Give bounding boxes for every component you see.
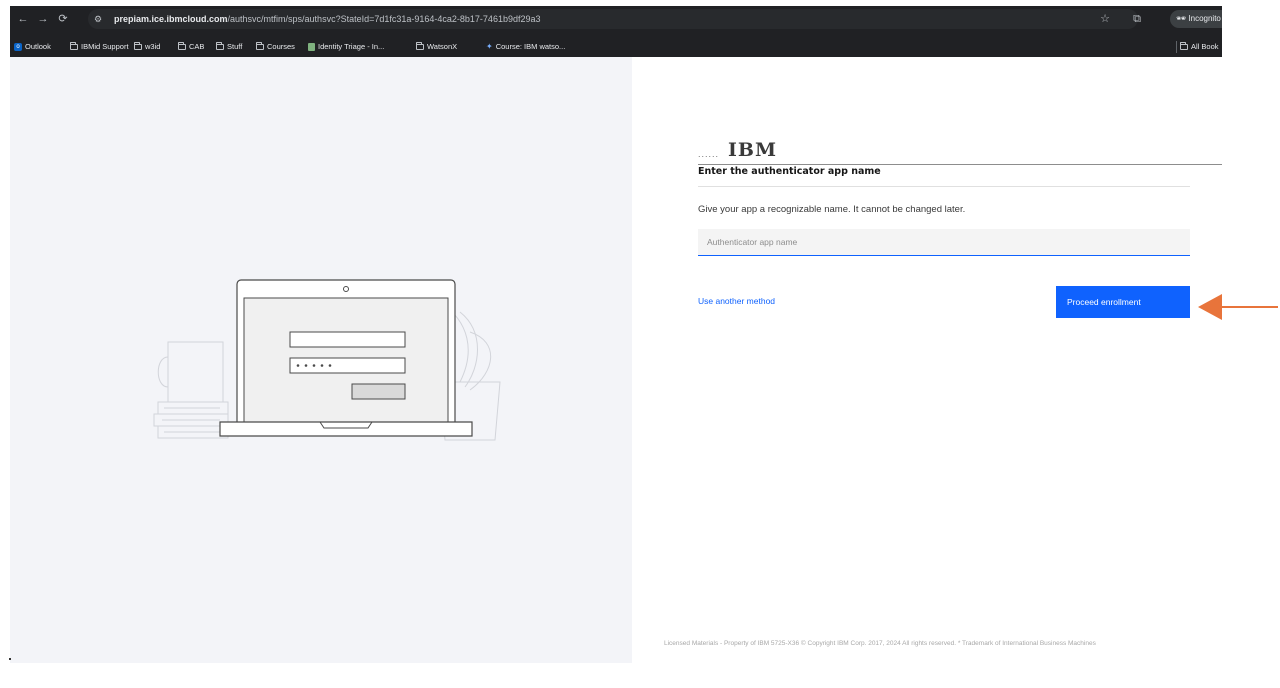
bookmark-label: Outlook bbox=[25, 42, 51, 51]
bookmark-label: WatsonX bbox=[427, 42, 458, 51]
folder-icon bbox=[416, 42, 424, 50]
back-arrow-icon[interactable]: ← bbox=[14, 10, 32, 28]
extensions-puzzle-icon[interactable]: ⧉ bbox=[1128, 10, 1146, 28]
bookmark-label: Courses bbox=[267, 42, 295, 51]
bookmark-item[interactable]: o Outlook bbox=[14, 40, 51, 54]
illustration-panel bbox=[10, 57, 632, 663]
bookmark-item[interactable]: IBMid Support bbox=[70, 40, 129, 54]
legal-footer: Licensed Materials - Property of IBM 572… bbox=[664, 640, 1096, 647]
incognito-label: Incognito bbox=[1188, 14, 1221, 23]
folder-icon bbox=[70, 42, 78, 50]
url-text: prepiam.ice.ibmcloud.com/authsvc/mtfim/s… bbox=[114, 9, 541, 29]
address-bar[interactable]: ⚙ prepiam.ice.ibmcloud.com/authsvc/mtfim… bbox=[88, 9, 1138, 29]
bookmark-item[interactable]: CAB bbox=[178, 40, 204, 54]
folder-icon bbox=[216, 42, 224, 50]
bookmark-item[interactable]: Identity Triage - In... bbox=[308, 40, 384, 54]
bookmark-item[interactable]: WatsonX bbox=[416, 40, 457, 54]
bookmark-label: CAB bbox=[189, 42, 205, 51]
browser-toolbar: ← → ⟳ ⚙ prepiam.ice.ibmcloud.com/authsvc… bbox=[10, 6, 1222, 32]
logo-dots: ...... bbox=[698, 149, 720, 159]
title-divider bbox=[698, 186, 1190, 187]
folder-icon bbox=[1180, 42, 1188, 50]
browser-chrome: ← → ⟳ ⚙ prepiam.ice.ibmcloud.com/authsvc… bbox=[10, 6, 1222, 57]
doc-icon bbox=[308, 43, 315, 51]
bookmark-label: Identity Triage - In... bbox=[318, 42, 385, 51]
star-bookmark-icon[interactable]: ☆ bbox=[1096, 10, 1114, 28]
proceed-enrollment-button[interactable]: Proceed enrollment bbox=[1056, 286, 1190, 318]
site-settings-icon[interactable]: ⚙ bbox=[94, 9, 102, 29]
annotation-arrow-icon bbox=[1198, 294, 1278, 320]
bookmark-item[interactable]: ✦ Course: IBM watso... bbox=[486, 40, 565, 54]
books-icon bbox=[153, 401, 229, 439]
watson-icon: ✦ bbox=[486, 42, 493, 51]
use-another-method-link[interactable]: Use another method bbox=[698, 296, 775, 306]
bookmark-label: Course: IBM watso... bbox=[495, 42, 566, 51]
reload-icon[interactable]: ⟳ bbox=[54, 10, 72, 28]
bookmark-label: IBMid Support bbox=[81, 42, 129, 51]
laptop-icon bbox=[219, 279, 473, 437]
folder-icon bbox=[134, 42, 142, 50]
bookmark-item[interactable]: Stuff bbox=[216, 40, 242, 54]
authenticator-app-name-input[interactable] bbox=[698, 229, 1190, 256]
folder-icon bbox=[256, 42, 264, 50]
login-form-panel: ...... IBM Enter the authenticator app n… bbox=[632, 57, 1222, 663]
bookmarks-bar: All Book o Outlook IBMid Support w3id CAB Stu… bbox=[10, 38, 1222, 56]
bookmarks-separator bbox=[1176, 41, 1177, 53]
header-divider bbox=[698, 164, 1222, 165]
bookmark-item[interactable]: w3id bbox=[134, 40, 160, 54]
bookmark-all-bookmarks[interactable]: All Book bbox=[1180, 40, 1219, 54]
laptop-login-illustration bbox=[153, 279, 501, 441]
bookmark-label: Stuff bbox=[227, 42, 243, 51]
ibm-logo-text: IBM bbox=[728, 139, 777, 161]
bookmark-label: All Book bbox=[1191, 42, 1219, 51]
bookmark-item[interactable]: Courses bbox=[256, 40, 295, 54]
outlook-icon: o bbox=[14, 43, 22, 51]
page-title: Enter the authenticator app name bbox=[698, 166, 881, 177]
forward-arrow-icon[interactable]: → bbox=[34, 10, 52, 28]
incognito-icon: 🕶 bbox=[1176, 14, 1187, 23]
description-text: Give your app a recognizable name. It ca… bbox=[698, 204, 966, 215]
corner-mark bbox=[9, 658, 11, 660]
mug-icon bbox=[157, 341, 224, 403]
url-host: prepiam.ice.ibmcloud.com bbox=[114, 14, 228, 24]
url-path: /authsvc/mtfim/sps/authsvc?StateId=7d1fc… bbox=[227, 14, 541, 24]
bookmark-label: w3id bbox=[145, 42, 161, 51]
incognito-badge[interactable]: 🕶 Incognito bbox=[1170, 10, 1222, 28]
folder-icon bbox=[178, 42, 186, 50]
